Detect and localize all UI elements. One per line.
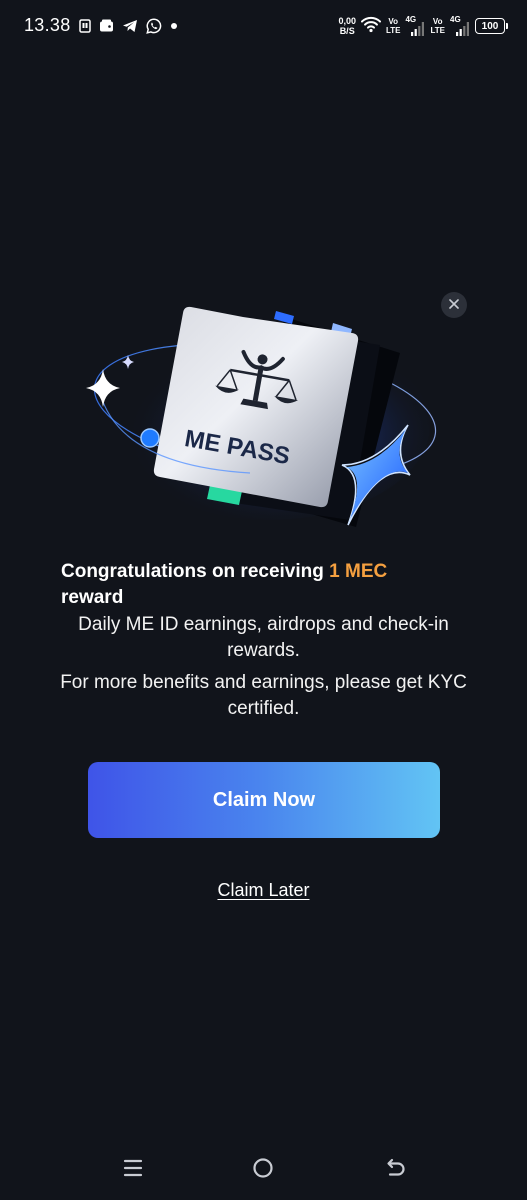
network-speed-unit: B/S xyxy=(339,26,355,36)
close-icon xyxy=(449,296,459,314)
network-speed: 0,00 B/S xyxy=(338,16,356,36)
sim1-volte-top: Vo xyxy=(388,17,399,26)
claim-later-link[interactable]: Claim Later xyxy=(0,880,527,901)
sim2-volte-bottom: LTE xyxy=(430,26,445,35)
sim1-volte: Vo LTE xyxy=(386,17,401,35)
me-pass-card: ME PASS xyxy=(153,306,359,508)
telegram-icon xyxy=(122,19,138,33)
sim2-signal: 4G xyxy=(450,15,470,36)
battery-level: 100 xyxy=(481,20,499,32)
navigation-bar xyxy=(0,1140,527,1200)
notification-dot-icon xyxy=(170,22,178,30)
title-prefix: Congratulations on receiving xyxy=(61,561,324,582)
menu-icon xyxy=(122,1158,144,1183)
sim2-volte-top: Vo xyxy=(432,17,443,26)
status-system-icons: 0,00 B/S Vo LTE 4G Vo LTE 4G 100 xyxy=(338,13,508,39)
title-suffix: reward xyxy=(61,587,124,608)
kyc-description: For more benefits and earnings, please g… xyxy=(60,672,467,719)
sim1-volte-bottom: LTE xyxy=(385,26,401,35)
status-time: 13.38 xyxy=(24,15,71,35)
orbit-dot xyxy=(140,428,160,448)
whatsapp-icon xyxy=(146,18,162,34)
sim1-signal: 4G xyxy=(405,15,425,36)
status-notification-icons xyxy=(79,17,178,35)
network-speed-value: 0,00 xyxy=(338,16,356,26)
title-highlight: 1 MEC xyxy=(329,561,388,582)
reward-title: Congratulations on receiving 1 MEC rewar… xyxy=(61,559,481,611)
reward-description: Daily ME ID earnings, airdrops and check… xyxy=(78,614,449,661)
battery-icon: 100 xyxy=(475,18,508,34)
signal-bars-icon xyxy=(456,22,469,36)
signal-bars-icon xyxy=(411,22,425,36)
back-icon xyxy=(385,1157,407,1184)
wallet-icon xyxy=(99,19,114,33)
status-bar: 13.38 0,00 B/S Vo LTE 4G Vo LTE 4G 100 xyxy=(0,0,527,54)
sim-card-icon xyxy=(79,19,91,33)
recent-apps-button[interactable] xyxy=(121,1158,145,1182)
home-button[interactable] xyxy=(251,1157,275,1184)
back-button[interactable] xyxy=(384,1158,408,1182)
home-icon xyxy=(252,1157,274,1184)
claim-now-button[interactable]: Claim Now xyxy=(88,762,440,838)
wifi-icon xyxy=(360,15,381,38)
me-pass-illustration: ME PASS xyxy=(80,305,450,535)
sim2-volte: Vo LTE xyxy=(430,17,445,35)
